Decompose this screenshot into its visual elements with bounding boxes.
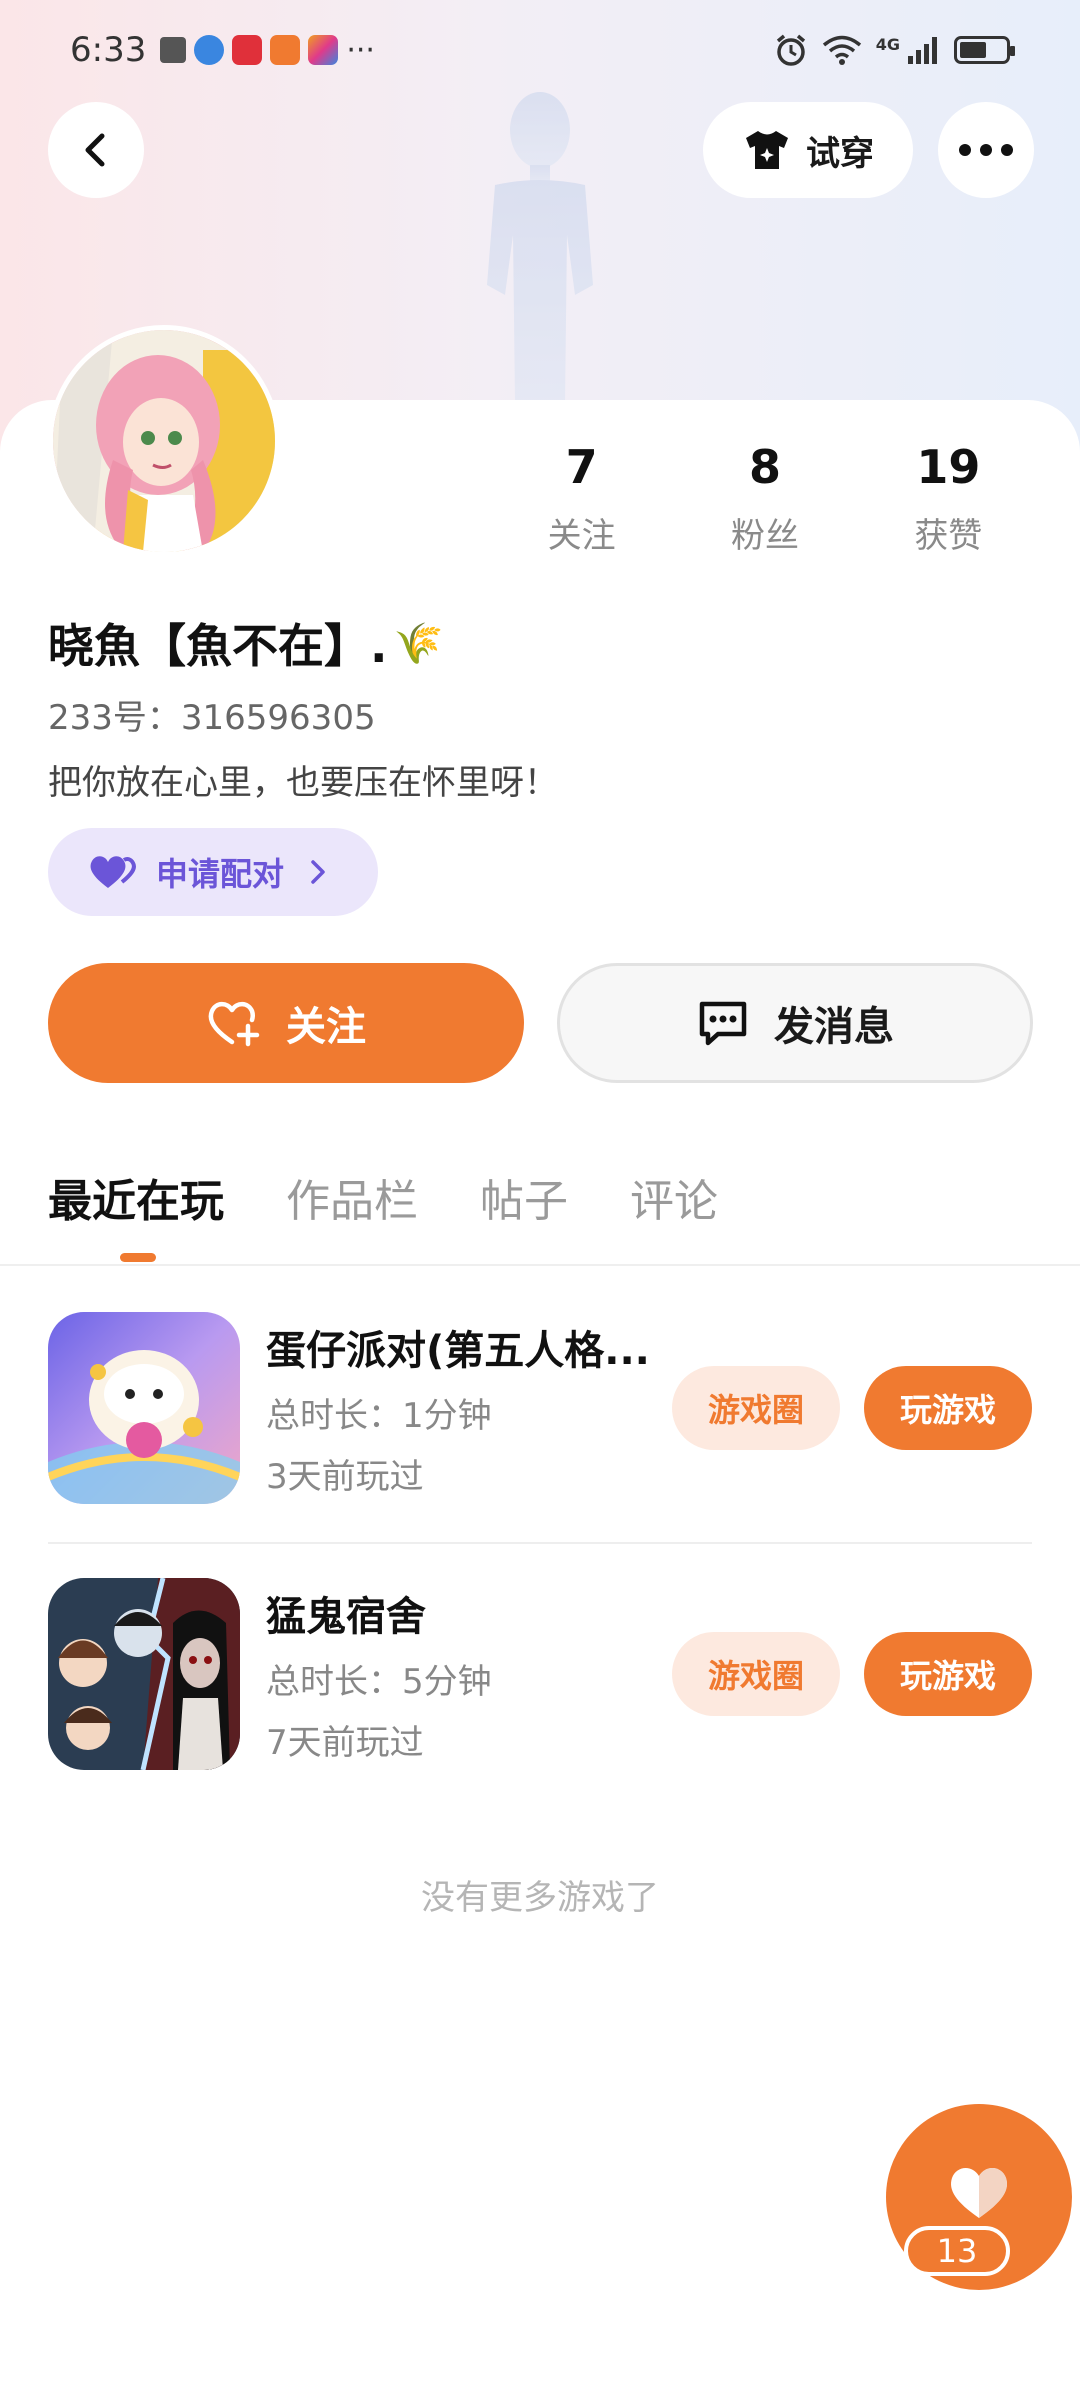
profile-tabs: 最近在玩 作品栏 帖子 评论 bbox=[48, 1165, 718, 1229]
game-last-played: 3天前玩过 bbox=[266, 1457, 424, 1497]
anime-avatar-image bbox=[53, 330, 275, 552]
play-game-button[interactable]: 玩游戏 bbox=[864, 1366, 1032, 1450]
eggy-party-image bbox=[48, 1312, 240, 1504]
stat-following-label: 关注 bbox=[547, 516, 616, 556]
list-item[interactable]: 猛鬼宿舍 总时长：5分钟 7天前玩过 游戏圈 玩游戏 bbox=[48, 1578, 1032, 1770]
list-item[interactable]: 蛋仔派对(第五人格... 总时长：1分钟 3天前玩过 游戏圈 玩游戏 bbox=[48, 1312, 1032, 1504]
status-time: 6:33 bbox=[70, 30, 147, 70]
game-icon-eggy-party[interactable] bbox=[48, 1312, 240, 1504]
game-circle-button[interactable]: 游戏圈 bbox=[672, 1366, 840, 1450]
back-button[interactable] bbox=[48, 102, 144, 198]
chevron-right-icon bbox=[311, 860, 325, 884]
dress-up-avatar-figure bbox=[487, 92, 593, 405]
stat-followers-count: 8 bbox=[748, 440, 781, 494]
tab-comments[interactable]: 评论 bbox=[630, 1165, 718, 1229]
no-more-games-note: 没有更多游戏了 bbox=[421, 1878, 659, 1918]
try-on-button[interactable]: 试穿 bbox=[703, 102, 913, 198]
stat-likes[interactable]: 19 获赞 bbox=[857, 440, 1040, 557]
heart-plus-icon bbox=[208, 1001, 260, 1047]
chat-bubble-icon bbox=[699, 1001, 747, 1046]
user-id: 233号：316596305 bbox=[48, 698, 376, 738]
follow-button[interactable]: 关注 bbox=[48, 963, 524, 1083]
nickname-emoji: 🌾 bbox=[393, 620, 444, 667]
more-dots-icon bbox=[959, 144, 1013, 156]
game-info: 蛋仔派对(第五人格... 总时长：1分钟 3天前玩过 bbox=[266, 1318, 656, 1498]
tshirt-icon bbox=[746, 131, 788, 169]
more-options-button[interactable] bbox=[938, 102, 1034, 198]
follow-label: 关注 bbox=[286, 1004, 366, 1050]
game-info: 猛鬼宿舍 总时长：5分钟 7天前玩过 bbox=[266, 1584, 656, 1764]
tab-works[interactable]: 作品栏 bbox=[286, 1165, 418, 1229]
game-title: 蛋仔派对(第五人格... bbox=[266, 1328, 650, 1374]
send-message-button[interactable]: 发消息 bbox=[557, 963, 1033, 1083]
tab-posts[interactable]: 帖子 bbox=[480, 1165, 568, 1229]
request-pairing-button[interactable]: 申请配对 bbox=[48, 828, 378, 916]
stat-following-count: 7 bbox=[565, 440, 598, 494]
avatar[interactable] bbox=[48, 325, 280, 557]
tabs-divider bbox=[0, 1264, 1080, 1266]
game-title: 猛鬼宿舍 bbox=[266, 1594, 426, 1640]
status-system-icons: 4G bbox=[774, 33, 1015, 67]
nickname-text: 晓魚【魚不在】. bbox=[48, 619, 388, 673]
status-more-indicator: ··· bbox=[346, 32, 375, 68]
battery-icon bbox=[954, 36, 1015, 64]
user-nickname: 晓魚【魚不在】. 🌾 bbox=[48, 610, 443, 676]
wifi-icon bbox=[822, 35, 861, 65]
list-divider bbox=[48, 1542, 1032, 1544]
notification-app-icon bbox=[232, 35, 263, 65]
notification-app-icon bbox=[308, 35, 339, 65]
game-icon-haunted-dorm[interactable] bbox=[48, 1578, 240, 1770]
game-circle-button[interactable]: 游戏圈 bbox=[672, 1632, 840, 1716]
status-notification-icons: ··· bbox=[160, 33, 375, 68]
profile-stats: 7 关注 8 粉丝 19 获赞 bbox=[490, 440, 1040, 557]
tab-recently-played[interactable]: 最近在玩 bbox=[48, 1165, 224, 1229]
stat-following[interactable]: 7 关注 bbox=[490, 440, 673, 557]
network-type-label: 4G bbox=[875, 35, 900, 54]
notification-app-icon bbox=[194, 35, 225, 65]
try-on-label: 试穿 bbox=[806, 133, 874, 174]
notification-app-icon bbox=[160, 37, 187, 63]
game-last-played: 7天前玩过 bbox=[266, 1723, 424, 1763]
heart-icon bbox=[951, 2167, 1007, 2218]
alarm-icon bbox=[776, 34, 805, 66]
signal-strength-icon bbox=[908, 37, 937, 64]
haunted-dorm-image bbox=[48, 1578, 240, 1770]
like-count-badge: 13 bbox=[904, 2226, 1010, 2276]
stat-likes-label: 获赞 bbox=[914, 516, 983, 556]
request-pairing-label: 申请配对 bbox=[156, 855, 285, 893]
active-tab-indicator bbox=[120, 1253, 156, 1262]
play-game-button[interactable]: 玩游戏 bbox=[864, 1632, 1032, 1716]
stat-followers-label: 粉丝 bbox=[730, 516, 799, 556]
game-playtime: 总时长：5分钟 bbox=[266, 1662, 492, 1702]
user-bio: 把你放在心里，也要压在怀里呀！ bbox=[48, 763, 558, 803]
send-message-label: 发消息 bbox=[774, 1004, 894, 1050]
game-playtime: 总时长：1分钟 bbox=[266, 1396, 492, 1436]
notification-app-icon bbox=[270, 35, 301, 65]
double-heart-icon bbox=[90, 856, 136, 888]
status-bar: 6:33 ··· 4G bbox=[0, 0, 1080, 100]
chevron-left-icon bbox=[85, 133, 105, 167]
stat-followers[interactable]: 8 粉丝 bbox=[673, 440, 856, 557]
stat-likes-count: 19 bbox=[916, 440, 981, 494]
